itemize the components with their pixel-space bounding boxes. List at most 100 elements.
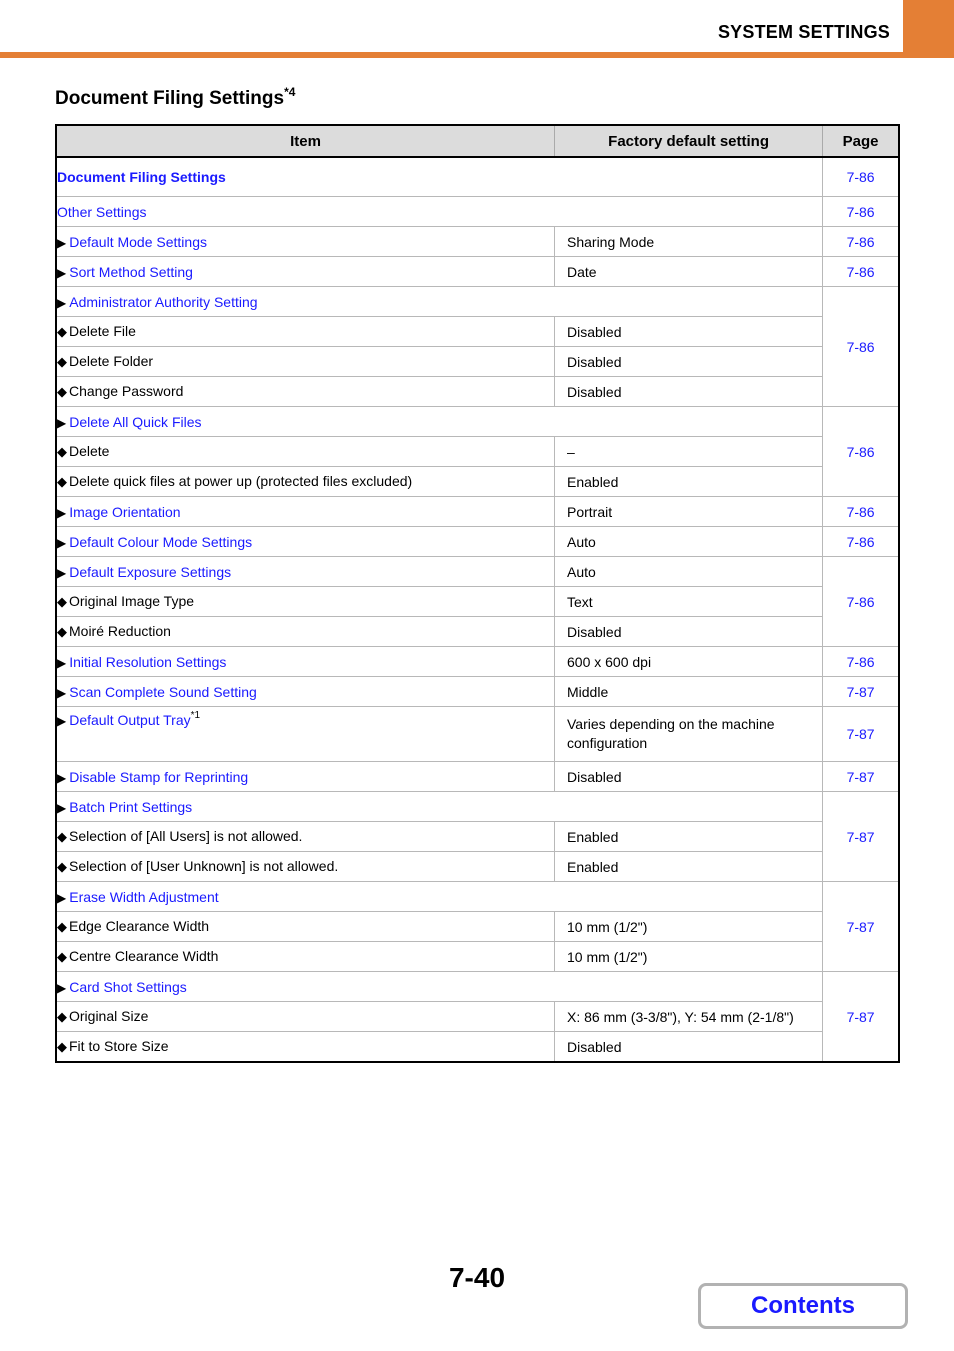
page-link[interactable]: 7-86 xyxy=(822,556,899,647)
default-value-cell: Enabled xyxy=(553,466,823,497)
page-link[interactable]: 7-87 xyxy=(822,791,899,882)
sub-item-label: Centre Clearance Width xyxy=(69,948,219,964)
setting-link[interactable]: Batch Print Settings xyxy=(69,799,192,815)
item-cell: ▶ Default Colour Mode Settings xyxy=(56,526,555,557)
setting-link[interactable]: Administrator Authority Setting xyxy=(69,294,257,310)
header-accent-block xyxy=(903,0,954,54)
sub-item-cell: ◆ Original Image Type xyxy=(56,586,555,617)
table-row: ◆ Selection of [User Unknown] is not allo… xyxy=(56,851,899,882)
page-link[interactable]: 7-86 xyxy=(822,196,899,227)
item-cell: ▶ Default Exposure Settings xyxy=(56,556,555,587)
table-header-row: Item Factory default setting Page xyxy=(56,125,899,158)
triangle-bullet-icon: ▶ xyxy=(57,505,67,520)
setting-link[interactable]: Erase Width Adjustment xyxy=(69,889,218,905)
table-row: ◆ Delete quick files at power up (protect… xyxy=(56,466,899,497)
diamond-bullet-icon: ◆ xyxy=(57,624,67,639)
table-row: ◆ Change Password Disabled xyxy=(56,376,899,407)
triangle-bullet-icon: ▶ xyxy=(57,235,67,250)
sub-item-label: Moiré Reduction xyxy=(69,623,171,639)
setting-link[interactable]: Sort Method Setting xyxy=(69,264,193,280)
setting-link[interactable]: Image Orientation xyxy=(69,504,180,520)
triangle-bullet-icon: ▶ xyxy=(57,800,67,815)
default-value-cell: Disabled xyxy=(553,616,823,647)
table-row: Document Filing Settings 7-86 xyxy=(56,156,899,197)
diamond-bullet-icon: ◆ xyxy=(57,829,67,844)
item-cell: ▶ Administrator Authority Setting xyxy=(56,286,823,317)
page-link[interactable]: 7-86 xyxy=(822,226,899,257)
diamond-bullet-icon: ◆ xyxy=(57,384,67,399)
diamond-bullet-icon: ◆ xyxy=(57,474,67,489)
sub-item-cell: ◆ Delete quick files at power up (protect… xyxy=(56,466,555,497)
sub-item-cell: ◆ Delete Folder xyxy=(56,346,555,377)
setting-link[interactable]: Disable Stamp for Reprinting xyxy=(69,769,248,785)
table-row: ▶ Disable Stamp for Reprinting Disabled 7-8… xyxy=(56,761,899,792)
sub-item-label: Original Size xyxy=(69,1008,149,1024)
sub-item-cell: ◆ Original Size xyxy=(56,1001,555,1032)
sub-item-label: Selection of [All Users] is not allowed. xyxy=(69,828,303,844)
table-body: Document Filing Settings 7-86 Other Settin… xyxy=(56,156,899,1062)
setting-link[interactable]: Default Output Tray xyxy=(69,712,190,728)
setting-link[interactable]: Default Colour Mode Settings xyxy=(69,534,252,550)
diamond-bullet-icon: ◆ xyxy=(57,354,67,369)
page-link[interactable]: 7-86 xyxy=(822,496,899,527)
page-title-text: Document Filing Settings xyxy=(55,88,285,109)
sub-item-cell: ◆ Moiré Reduction xyxy=(56,616,555,647)
default-value-cell: Varies depending on the machine configur… xyxy=(553,706,823,762)
triangle-bullet-icon: ▶ xyxy=(57,415,67,430)
item-cell: ▶ Erase Width Adjustment xyxy=(56,881,823,912)
default-value-cell: 10 mm (1/2") xyxy=(553,911,823,942)
item-cell: ▶ Image Orientation xyxy=(56,496,555,527)
triangle-bullet-icon: ▶ xyxy=(57,685,67,700)
setting-link[interactable]: Scan Complete Sound Setting xyxy=(69,684,257,700)
page-link[interactable]: 7-86 xyxy=(822,156,899,197)
default-value-cell: Disabled xyxy=(553,316,823,347)
table-row: ▶ Scan Complete Sound Setting Middle 7-87 xyxy=(56,676,899,707)
page-link[interactable]: 7-87 xyxy=(822,761,899,792)
item-cell: Document Filing Settings xyxy=(56,156,823,197)
sub-item-cell: ◆ Fit to Store Size xyxy=(56,1031,555,1062)
default-value-cell: Enabled xyxy=(553,851,823,882)
default-value-cell: Portrait xyxy=(553,496,823,527)
table-row: ◆ Delete File Disabled xyxy=(56,316,899,347)
default-value-cell: Sharing Mode xyxy=(553,226,823,257)
column-header-page: Page xyxy=(822,125,899,158)
page-link[interactable]: 7-87 xyxy=(822,676,899,707)
setting-link[interactable]: Document Filing Settings xyxy=(57,169,226,185)
default-value-cell: Disabled xyxy=(553,376,823,407)
settings-table: Item Factory default setting Page Docume… xyxy=(55,124,900,1063)
table-row: ▶ Administrator Authority Setting 7-86 xyxy=(56,286,899,407)
table-row: ◆ Original Image Type Text xyxy=(56,586,899,617)
setting-link[interactable]: Delete All Quick Files xyxy=(69,414,201,430)
table-row: ◆ Original Size X: 86 mm (3-3/8"), Y: 54 m… xyxy=(56,1001,899,1032)
item-cell: ▶ Card Shot Settings xyxy=(56,971,823,1002)
page-link[interactable]: 7-86 xyxy=(822,646,899,677)
triangle-bullet-icon: ▶ xyxy=(57,714,67,728)
default-value-cell: Enabled xyxy=(553,821,823,852)
page-link[interactable]: 7-86 xyxy=(822,526,899,557)
page-link[interactable]: 7-87 xyxy=(822,881,899,972)
setting-link[interactable]: Default Exposure Settings xyxy=(69,564,231,580)
page-link[interactable]: 7-86 xyxy=(822,406,899,497)
contents-button[interactable]: Contents xyxy=(698,1283,908,1329)
table-row: ▶ Sort Method Setting Date 7-86 xyxy=(56,256,899,287)
setting-link[interactable]: Initial Resolution Settings xyxy=(69,654,226,670)
setting-link[interactable]: Other Settings xyxy=(57,204,147,220)
setting-link[interactable]: Default Mode Settings xyxy=(69,234,207,250)
triangle-bullet-icon: ▶ xyxy=(57,265,67,280)
diamond-bullet-icon: ◆ xyxy=(57,949,67,964)
page-link[interactable]: 7-87 xyxy=(822,971,899,1062)
default-value-cell: 10 mm (1/2") xyxy=(553,941,823,972)
page-link[interactable]: 7-86 xyxy=(822,256,899,287)
diamond-bullet-icon: ◆ xyxy=(57,919,67,934)
table-row: ▶ Default Colour Mode Settings Auto 7-86 xyxy=(56,526,899,557)
sub-item-cell: ◆ Selection of [All Users] is not allowed… xyxy=(56,821,555,852)
sub-item-cell: ◆ Edge Clearance Width xyxy=(56,911,555,942)
item-cell: ▶ Batch Print Settings xyxy=(56,791,823,822)
page-link[interactable]: 7-86 xyxy=(822,286,899,407)
footnote-ref: *1 xyxy=(190,710,201,721)
setting-link[interactable]: Card Shot Settings xyxy=(69,979,187,995)
page-link[interactable]: 7-87 xyxy=(822,706,899,762)
table-row: ◆ Selection of [All Users] is not allowed… xyxy=(56,821,899,852)
diamond-bullet-icon: ◆ xyxy=(57,594,67,609)
sub-item-cell: ◆ Delete File xyxy=(56,316,555,347)
